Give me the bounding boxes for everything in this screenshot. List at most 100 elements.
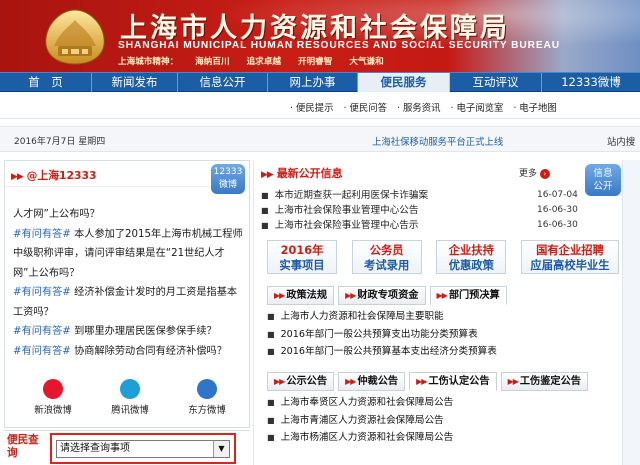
query-highlight-box: 请选择查询事项 ▼ [50, 433, 236, 464]
weibo-post[interactable]: #有问有答# 经济补偿金计发时的月工资是指基本工资吗？ [13, 283, 243, 322]
list-item[interactable]: ■ 上海市社会保险事业管理中心公告 16-06-30 [261, 203, 581, 218]
latest-info-title-text: 最新公开信息 [276, 167, 343, 180]
bullet-icon: ■ [261, 206, 269, 215]
nav-weibo[interactable]: 12333微博 [542, 73, 640, 92]
tab-label: 工伤认定公告 [428, 376, 490, 387]
bullet-icon: ■ [267, 329, 275, 339]
spirit-phrase: 追求卓越 [246, 57, 281, 67]
tab-arbitration[interactable]: ▶▶ 仲裁公告 [338, 372, 406, 391]
nav-home[interactable]: 首 页 [0, 73, 92, 92]
feature-enterprise-support[interactable]: 企业扶持 优惠政策 [436, 240, 507, 274]
bullet-icon: ■ [267, 398, 275, 407]
list-item[interactable]: ■ 上海市奉贤区人力资源和社会保障局公告 [267, 394, 627, 412]
feature-soe-recruitment[interactable]: 国有企业招聘 应届高校毕业生 [520, 240, 619, 274]
tab-label: 政策法规 [286, 290, 328, 301]
nav-public-services[interactable]: 便民服务 [358, 73, 450, 92]
info-disclosure-badge[interactable]: 信息 公开 [585, 164, 621, 196]
badge-line: 微博 [218, 180, 237, 190]
tab-policy[interactable]: ▶▶ 政策法规 [267, 286, 335, 305]
item-title: 本市近期查获一起利用医保卡诈骗案 [274, 190, 429, 201]
post-tag[interactable]: #有问有答# [13, 326, 71, 337]
share-label: 腾讯微博 [111, 405, 149, 416]
weibo-post[interactable]: #有问有答# 到哪里办理居民医保参保手续？ [13, 322, 243, 342]
double-arrow-icon: ▶▶ [274, 291, 285, 300]
bullet-icon: · [290, 103, 293, 114]
list-item[interactable]: ■ 上海市青浦区人力资源社会保障局公告 [267, 412, 627, 430]
subnav-qa[interactable]: 便民问答 [349, 103, 387, 114]
item-title: 2016年部门一般公共预算基本支出经济分类预算表 [280, 346, 497, 358]
bullet-icon: ■ [261, 191, 269, 200]
site-search-label[interactable]: 站内搜 [607, 134, 635, 148]
weibo-title-text: @上海12333 [26, 169, 97, 182]
subnav-reading-room[interactable]: 电子阅览室 [456, 103, 503, 114]
tab-special-funds[interactable]: ▶▶ 财政专项资金 [338, 286, 426, 305]
feature-2016-projects[interactable]: 2016年 实事项目 [267, 240, 337, 274]
list-item[interactable]: ■ 上海市杨浦区人力资源和社会保障局公告 [267, 429, 627, 447]
more-label: 更多 [519, 169, 538, 179]
sub-nav: · 便民提示 · 便民问答 · 服务资讯 · 电子阅览室 · 电子地图 [0, 93, 640, 119]
tab-public-notice[interactable]: ▶▶ 公示公告 [267, 372, 335, 391]
tab-injury-recognition[interactable]: ▶▶ 工伤认定公告 [409, 372, 497, 391]
sina-weibo-icon [43, 379, 63, 399]
nav-interactive-review[interactable]: 互动评议 [450, 73, 542, 92]
subnav-map[interactable]: 电子地图 [519, 103, 557, 114]
badge-line: 信息 [593, 168, 613, 179]
list-item[interactable]: ■ 上海市社会保险事业管理中心告示 16-06-30 [261, 218, 581, 233]
spirit-label: 上海城市精神： [118, 57, 179, 67]
feature-civil-servant[interactable]: 公务员 考试录用 [351, 240, 422, 274]
chevron-down-icon[interactable]: ▼ [213, 441, 229, 457]
weibo-post[interactable]: #有问有答# 本人参加了2015年上海市机械工程师中级职称评审，请问评审结果是在… [13, 225, 243, 284]
tab-budget[interactable]: ▶▶ 部门预决算 [429, 286, 507, 305]
weibo-post[interactable]: 人才网”上公布吗？ [13, 205, 243, 225]
announcement-marquee[interactable]: 上海社保移动服务平台正式上线 [372, 134, 503, 148]
bureau-logo[interactable] [40, 8, 110, 66]
bullet-icon: ■ [267, 433, 275, 443]
tab-label: 部门预决算 [448, 290, 500, 301]
post-tag[interactable]: #有问有答# [13, 346, 71, 357]
post-tag[interactable]: #有问有答# [13, 229, 71, 240]
weibo-12333-badge[interactable]: 12333 微博 [211, 164, 245, 194]
bullet-icon: · [343, 103, 347, 114]
subnav-service-news[interactable]: 服务资讯 [403, 103, 441, 114]
weibo-post[interactable]: #有问有答# 协商解除劳动合同有经济补偿吗？ [13, 342, 243, 362]
badge-line: 12333 [213, 167, 243, 177]
feature-line: 2016年 [280, 244, 324, 257]
feature-buttons: 2016年 实事项目 公务员 考试录用 企业扶持 优惠政策 国有企业招聘 应届高… [267, 240, 619, 276]
feature-line: 考试录用 [364, 259, 410, 272]
bullet-icon: ■ [267, 415, 275, 425]
share-sina-weibo[interactable]: 新浪微博 [25, 379, 81, 423]
feature-line: 企业扶持 [448, 244, 494, 257]
list-item[interactable]: ■ 本市近期查获一起利用医保卡诈骗案 16-07-04 [261, 188, 581, 203]
latest-info-list: ■ 本市近期查获一起利用医保卡诈骗案 16-07-04 ■ 上海市社会保险事业管理中… [261, 188, 581, 233]
site-title-english: SHANGHAI MUNICIPAL HUMAN RESOURCES AND S… [118, 40, 561, 51]
list-item[interactable]: ■ 2016年部门一般公共预算支出功能分类预算表 [267, 326, 627, 344]
info-disclosure-panel: ▶▶ 最新公开信息 更多 › 信息 公开 ■ 本市近期查获一起利用医保卡诈骗案 1… [257, 160, 640, 465]
nav-news[interactable]: 新闻发布 [92, 73, 178, 92]
dongfang-weibo-icon [197, 379, 217, 399]
spirit-phrase: 开明睿智 [297, 57, 333, 67]
query-select[interactable]: 请选择查询事项 ▼ [56, 440, 230, 458]
more-link[interactable]: 更多 › [519, 166, 550, 179]
nav-info-disclosure[interactable]: 信息公开 [178, 73, 268, 92]
item-date: 16-06-30 [537, 220, 578, 230]
share-dongfang-weibo[interactable]: 东方微博 [179, 379, 235, 423]
header-banner: 上海市人力资源和社会保障局 SHANGHAI MUNICIPAL HUMAN R… [0, 0, 640, 72]
list-item[interactable]: ■ 上海市人力资源和社会保障局主要职能 [267, 308, 627, 326]
notice-tabbar: ▶▶ 公示公告 ▶▶ 仲裁公告 ▶▶ 工伤认定公告 ▶▶ 工伤鉴定公告 [267, 372, 592, 392]
post-tag[interactable]: #有问有答# [13, 287, 71, 298]
nav-online-services[interactable]: 网上办事 [268, 73, 358, 92]
item-title: 上海市青浦区人力资源社会保障局公告 [280, 414, 444, 426]
public-query-section: 便民查询 请选择查询事项 ▼ [4, 430, 250, 465]
share-tencent-weibo[interactable]: 腾讯微博 [102, 379, 158, 423]
query-label: 便民查询 [7, 434, 39, 459]
list-item[interactable]: ■ 2016年部门一般公共预算基本支出经济分类预算表 [267, 343, 627, 361]
double-arrow-icon: ▶▶ [436, 291, 448, 300]
item-title: 上海市奉贤区人力资源和社会保障局公告 [280, 397, 454, 408]
latest-info-title[interactable]: ▶▶ 最新公开信息 [261, 165, 343, 181]
bullet-icon: ■ [261, 221, 269, 230]
item-date: 16-07-04 [537, 190, 578, 200]
weibo-title[interactable]: ▶▶ @上海12333 [11, 167, 97, 183]
subnav-tips[interactable]: 便民提示 [296, 103, 334, 114]
column-divider [253, 160, 254, 465]
tab-injury-appraisal[interactable]: ▶▶ 工伤鉴定公告 [500, 372, 588, 391]
